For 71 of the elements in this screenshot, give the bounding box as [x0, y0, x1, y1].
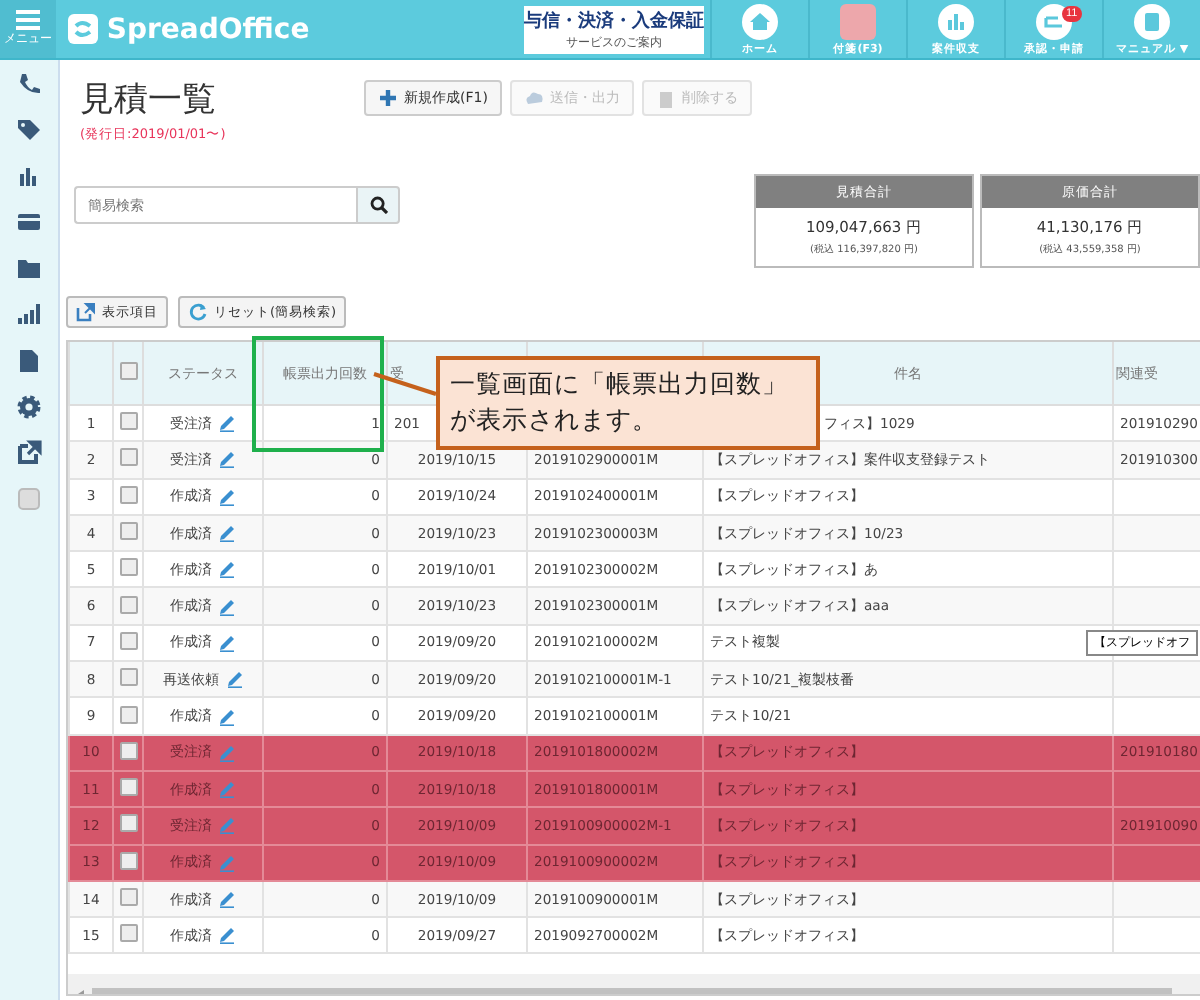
pencil-icon [218, 816, 236, 835]
pencil-icon [218, 890, 236, 908]
edit-status-button[interactable] [218, 450, 236, 469]
page-title: 見積一覧 [80, 80, 218, 122]
pencil-icon [218, 450, 236, 469]
search-button[interactable] [356, 186, 400, 224]
pencil-icon [218, 414, 236, 433]
row-checkbox[interactable] [120, 668, 138, 687]
trash-icon [655, 88, 676, 108]
highlight-frame [252, 336, 384, 452]
note-icon [840, 3, 876, 39]
pencil-icon [218, 853, 236, 872]
folder-icon [16, 256, 42, 282]
row-checkbox[interactable] [120, 851, 138, 870]
edit-status-button[interactable] [218, 414, 236, 433]
pencil-icon [218, 524, 236, 543]
logo-icon [68, 14, 99, 44]
edit-status-button[interactable] [218, 487, 236, 506]
settings-icon [16, 394, 42, 420]
sidebar-item[interactable] [14, 116, 44, 146]
edit-status-button[interactable] [218, 890, 236, 908]
edit-status-button[interactable] [218, 560, 236, 579]
menu-icon [16, 10, 41, 30]
pencil-icon [218, 707, 236, 726]
pencil-icon [218, 780, 236, 799]
edit-status-button[interactable] [218, 707, 236, 726]
pencil-icon [218, 743, 236, 762]
sidebar-item[interactable] [14, 346, 44, 376]
row-checkbox[interactable] [120, 522, 138, 541]
sidebar-item[interactable] [14, 254, 44, 284]
refresh-icon [188, 302, 208, 322]
row-checkbox[interactable] [120, 595, 138, 614]
plus-icon [378, 88, 398, 108]
select-all-checkbox[interactable] [119, 362, 137, 380]
row-checkbox[interactable] [120, 631, 138, 650]
row-checkbox[interactable] [120, 705, 138, 724]
card-icon [16, 210, 42, 236]
pencil-icon [218, 633, 236, 652]
phone-icon [16, 72, 42, 98]
row-checkbox[interactable] [120, 814, 138, 833]
pencil-icon [218, 926, 236, 945]
pencil-icon [218, 487, 236, 506]
document-icon [16, 348, 42, 374]
sidebar-item[interactable] [14, 300, 44, 330]
external-link-icon [16, 440, 42, 466]
checkbox-icon [16, 486, 42, 512]
pencil-icon [218, 560, 236, 579]
row-checkbox[interactable] [120, 888, 138, 906]
external-link-icon [76, 302, 96, 322]
edit-status-button[interactable] [218, 524, 236, 543]
row-checkbox[interactable] [120, 778, 138, 797]
pencil-icon [218, 597, 236, 616]
bar-chart-icon [16, 164, 42, 190]
callout-tooltip: 一覧画面に「帳票出力回数」が表示されます。 [436, 356, 820, 450]
tag-icon [16, 118, 42, 144]
row-checkbox[interactable] [120, 412, 138, 431]
row-checkbox[interactable] [120, 448, 138, 467]
search-icon [369, 196, 387, 214]
row-checkbox[interactable] [120, 558, 138, 577]
sidebar-item[interactable] [14, 392, 44, 422]
edit-status-button[interactable] [225, 670, 243, 689]
signal-icon [16, 302, 42, 328]
row-checkbox[interactable] [120, 741, 138, 760]
edit-status-button[interactable] [218, 633, 236, 652]
row-checkbox[interactable] [120, 924, 138, 943]
cloud-icon [523, 88, 544, 108]
pencil-icon [225, 670, 243, 689]
row-checkbox[interactable] [120, 485, 138, 504]
edit-status-button[interactable] [218, 926, 236, 945]
sidebar-item[interactable] [14, 438, 44, 468]
edit-status-button[interactable] [218, 597, 236, 616]
